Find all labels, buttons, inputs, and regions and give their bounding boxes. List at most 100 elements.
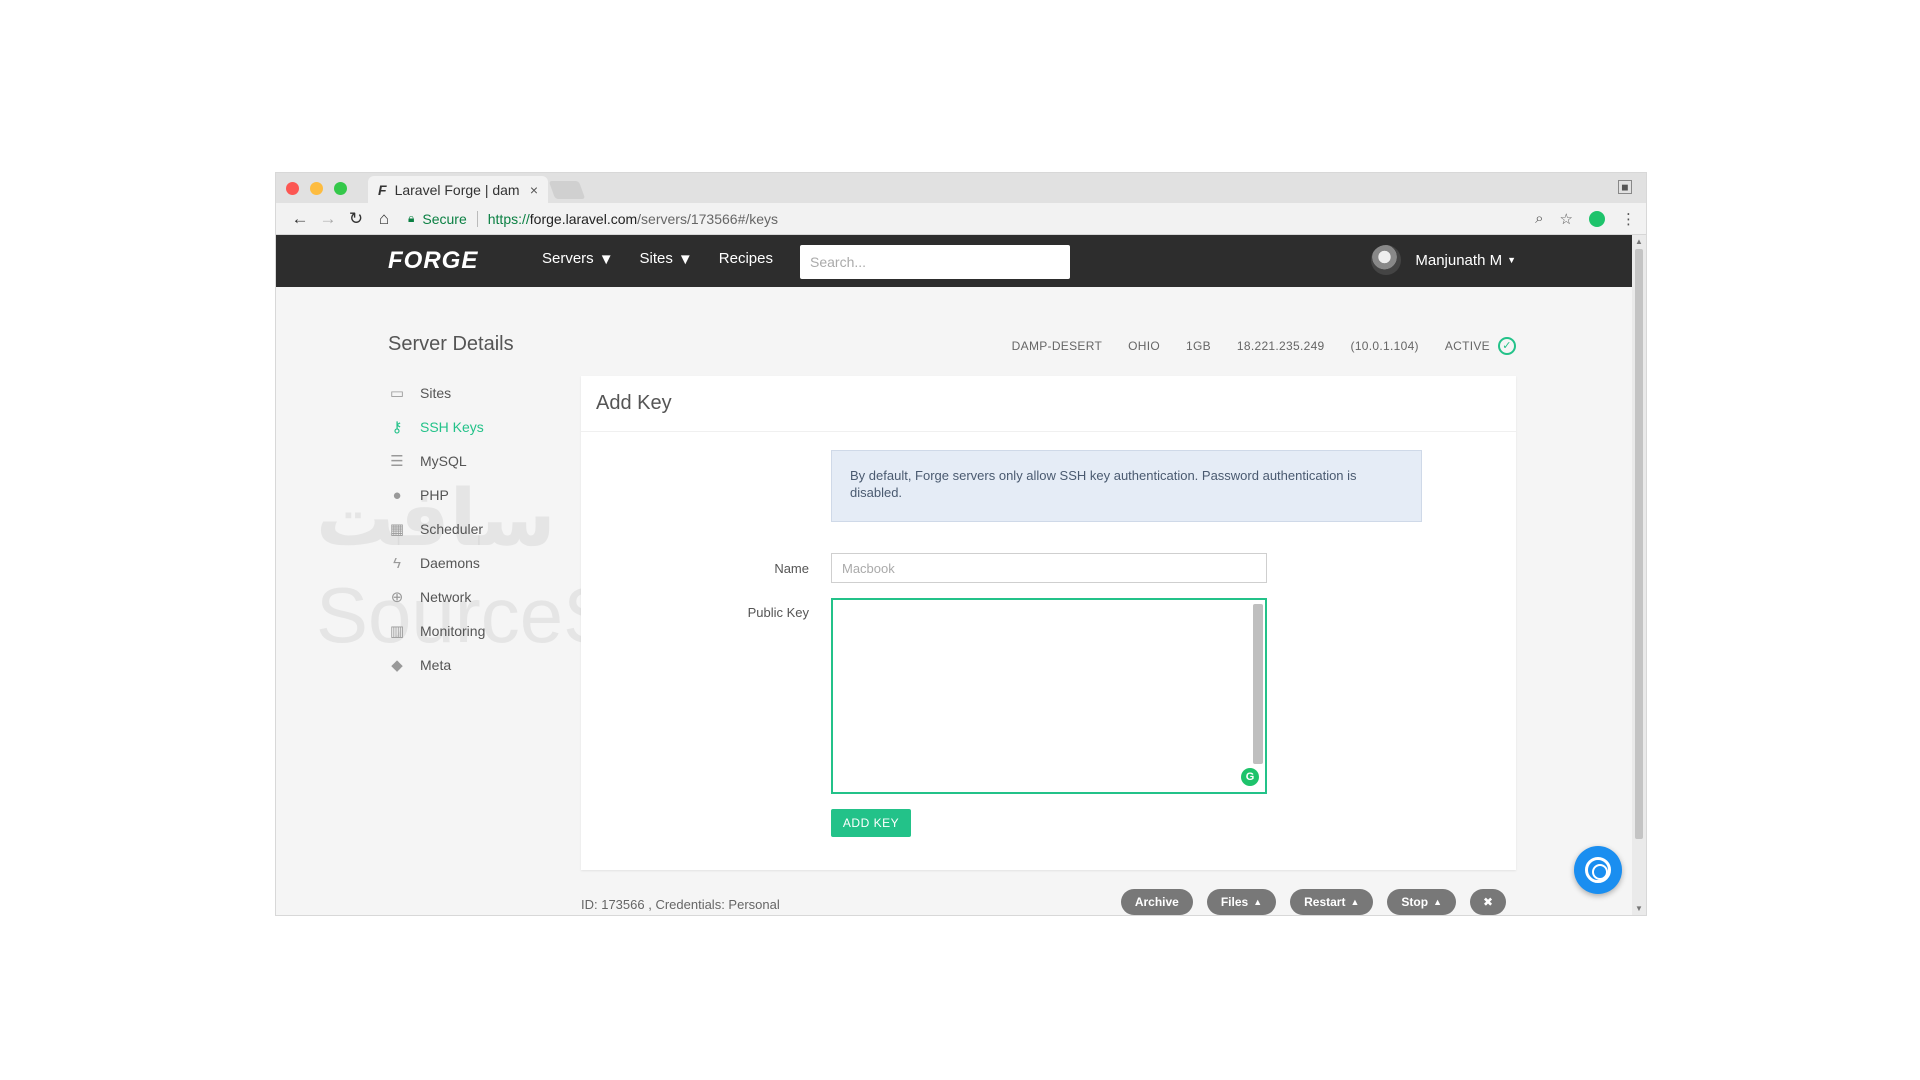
archive-button[interactable]: Archive (1120, 889, 1193, 915)
help-button[interactable] (1574, 846, 1622, 894)
sidebar-item-label: Meta (420, 657, 452, 673)
sidebar-item-label: MySQL (420, 453, 467, 469)
nav-sites[interactable]: Sites ▼ (640, 250, 693, 268)
server-region: OHIO (1128, 339, 1160, 353)
nav-servers[interactable]: Servers ▼ (542, 250, 614, 268)
address-bar: ← → ↻ ⌂ 🔒︎ Secure https://forge.laravel.… (276, 203, 1646, 235)
sidebar-item-label: Monitoring (420, 623, 486, 639)
address-bar-actions: ⌕ ☆ ⋮ (1535, 210, 1636, 228)
sidebar-item-label: SSH Keys (420, 419, 484, 435)
name-label: Name (774, 561, 809, 576)
restart-label: Restart (1304, 895, 1346, 909)
user-menu[interactable]: Manjunath M ▼ (1371, 245, 1516, 275)
sidebar-item-monitoring[interactable]: ▥ Monitoring (388, 614, 485, 648)
sidebar-item-label: PHP (420, 487, 449, 503)
avatar (1371, 245, 1402, 275)
add-key-button[interactable]: ADD KEY (831, 809, 911, 837)
sidebar-item-php[interactable]: ● PHP (388, 478, 485, 512)
database-icon: ☰ (390, 453, 404, 470)
sidebar-item-label: Sites (420, 385, 452, 401)
files-label: Files (1220, 895, 1249, 909)
sidebar-item-label: Daemons (420, 555, 480, 571)
php-icon: ● (392, 486, 402, 504)
grammarly-icon[interactable]: G (1241, 768, 1259, 786)
chevron-down-icon: ▼ (598, 250, 614, 268)
bolt-icon: ϟ (393, 554, 401, 572)
url-host: forge.laravel.com (529, 210, 638, 227)
restart-button[interactable]: Restart ▲ (1290, 889, 1374, 915)
tab-close-icon[interactable]: × (530, 182, 538, 198)
scroll-down-icon[interactable]: ▼ (1635, 904, 1643, 913)
maximize-window-button[interactable] (334, 182, 347, 195)
server-info: ID: 173566 , Credentials: Personal (581, 897, 780, 912)
sidebar-item-label: Scheduler (420, 521, 484, 537)
sidebar-item-network[interactable]: ⊕ Network (388, 580, 485, 614)
sidebar-item-sites[interactable]: ▭ Sites (388, 376, 485, 410)
info-alert: By default, Forge servers only allow SSH… (831, 450, 1422, 522)
delete-server-button[interactable]: ✖ (1470, 889, 1506, 915)
nav-recipes[interactable]: Recipes (719, 250, 773, 268)
sidebar-item-mysql[interactable]: ☰ MySQL (388, 444, 485, 478)
back-icon[interactable]: ← (286, 209, 314, 229)
nav-sites-label: Sites (639, 250, 673, 267)
browser-window: F Laravel Forge | dam × ◼ ← → ↻ ⌂ 🔒︎ Sec… (276, 173, 1646, 915)
window-controls (286, 182, 347, 195)
sidebar-item-scheduler[interactable]: ▦ Scheduler (388, 512, 485, 546)
scrollbar-thumb[interactable] (1635, 249, 1643, 839)
check-circle-icon: ✓ (1498, 337, 1516, 355)
chevron-up-icon: ▲ (1350, 897, 1360, 907)
public-key-textarea[interactable] (833, 600, 1265, 792)
server-actions: Archive Files ▲ Restart ▲ Stop ▲ ✖ (1120, 889, 1506, 915)
key-name-input[interactable] (831, 553, 1267, 583)
zoom-icon[interactable]: ⌕ (1535, 210, 1543, 227)
textarea-scrollbar[interactable] (1253, 604, 1263, 764)
secure-label: Secure (422, 210, 467, 227)
nav-servers-label: Servers (542, 250, 594, 267)
sidebar-item-ssh-keys[interactable]: ⚷ SSH Keys (388, 410, 485, 444)
forge-favicon-icon: F (378, 181, 387, 198)
status-badge: ACTIVE (1444, 339, 1490, 353)
bookmark-star-icon[interactable]: ☆ (1560, 210, 1573, 228)
chevron-up-icon: ▲ (1433, 897, 1442, 907)
calendar-icon: ▦ (389, 521, 405, 538)
page-title: Server Details (388, 333, 514, 355)
card-title: Add Key (581, 376, 1516, 432)
lock-icon: 🔒︎ (408, 211, 415, 225)
scroll-up-icon[interactable]: ▲ (1635, 237, 1643, 246)
browser-tab[interactable]: F Laravel Forge | dam × (368, 176, 548, 203)
forge-logo[interactable]: FORGE (388, 247, 478, 275)
new-tab-button[interactable] (548, 181, 586, 199)
sidebar-item-daemons[interactable]: ϟ Daemons (388, 546, 485, 580)
search-input[interactable] (800, 245, 1070, 279)
bar-chart-icon: ▥ (389, 623, 405, 640)
home-icon[interactable]: ⌂ (370, 209, 398, 229)
public-key-label: Public Key (747, 605, 809, 620)
profile-icon[interactable]: ◼ (1618, 180, 1632, 194)
server-name: DAMP-DESERT (1011, 339, 1103, 353)
files-button[interactable]: Files ▲ (1206, 889, 1277, 915)
close-window-button[interactable] (286, 182, 299, 195)
url-path: /servers/173566#/keys (637, 210, 779, 227)
chevron-down-icon: ▼ (1507, 255, 1516, 265)
stop-button[interactable]: Stop ▲ (1387, 889, 1456, 915)
user-name: Manjunath M (1415, 251, 1503, 269)
chevron-up-icon: ▲ (1253, 897, 1263, 907)
minimize-window-button[interactable] (310, 182, 323, 195)
url-field[interactable]: 🔒︎ Secure https://forge.laravel.com/serv… (408, 207, 1535, 231)
grammarly-extension-icon[interactable] (1589, 210, 1605, 227)
server-size: 1GB (1185, 339, 1211, 353)
globe-icon: ⊕ (390, 589, 404, 606)
forward-icon[interactable]: → (314, 209, 342, 229)
window-icon: ▭ (389, 385, 405, 402)
sidebar-item-meta[interactable]: ◆ Meta (388, 648, 485, 682)
reload-icon[interactable]: ↻ (342, 209, 370, 229)
stop-label: Stop (1401, 895, 1429, 909)
url-scheme: https:// (487, 210, 530, 227)
server-private-ip: (10.0.1.104) (1350, 339, 1419, 353)
page-scrollbar[interactable]: ▲ ▼ (1632, 235, 1646, 915)
tag-icon: ◆ (391, 657, 403, 674)
key-icon: ⚷ (391, 419, 403, 436)
menu-kebab-icon[interactable]: ⋮ (1621, 210, 1636, 228)
sidebar-item-label: Network (420, 589, 472, 605)
server-meta: DAMP-DESERT OHIO 1GB 18.221.235.249 (10.… (1012, 337, 1516, 355)
